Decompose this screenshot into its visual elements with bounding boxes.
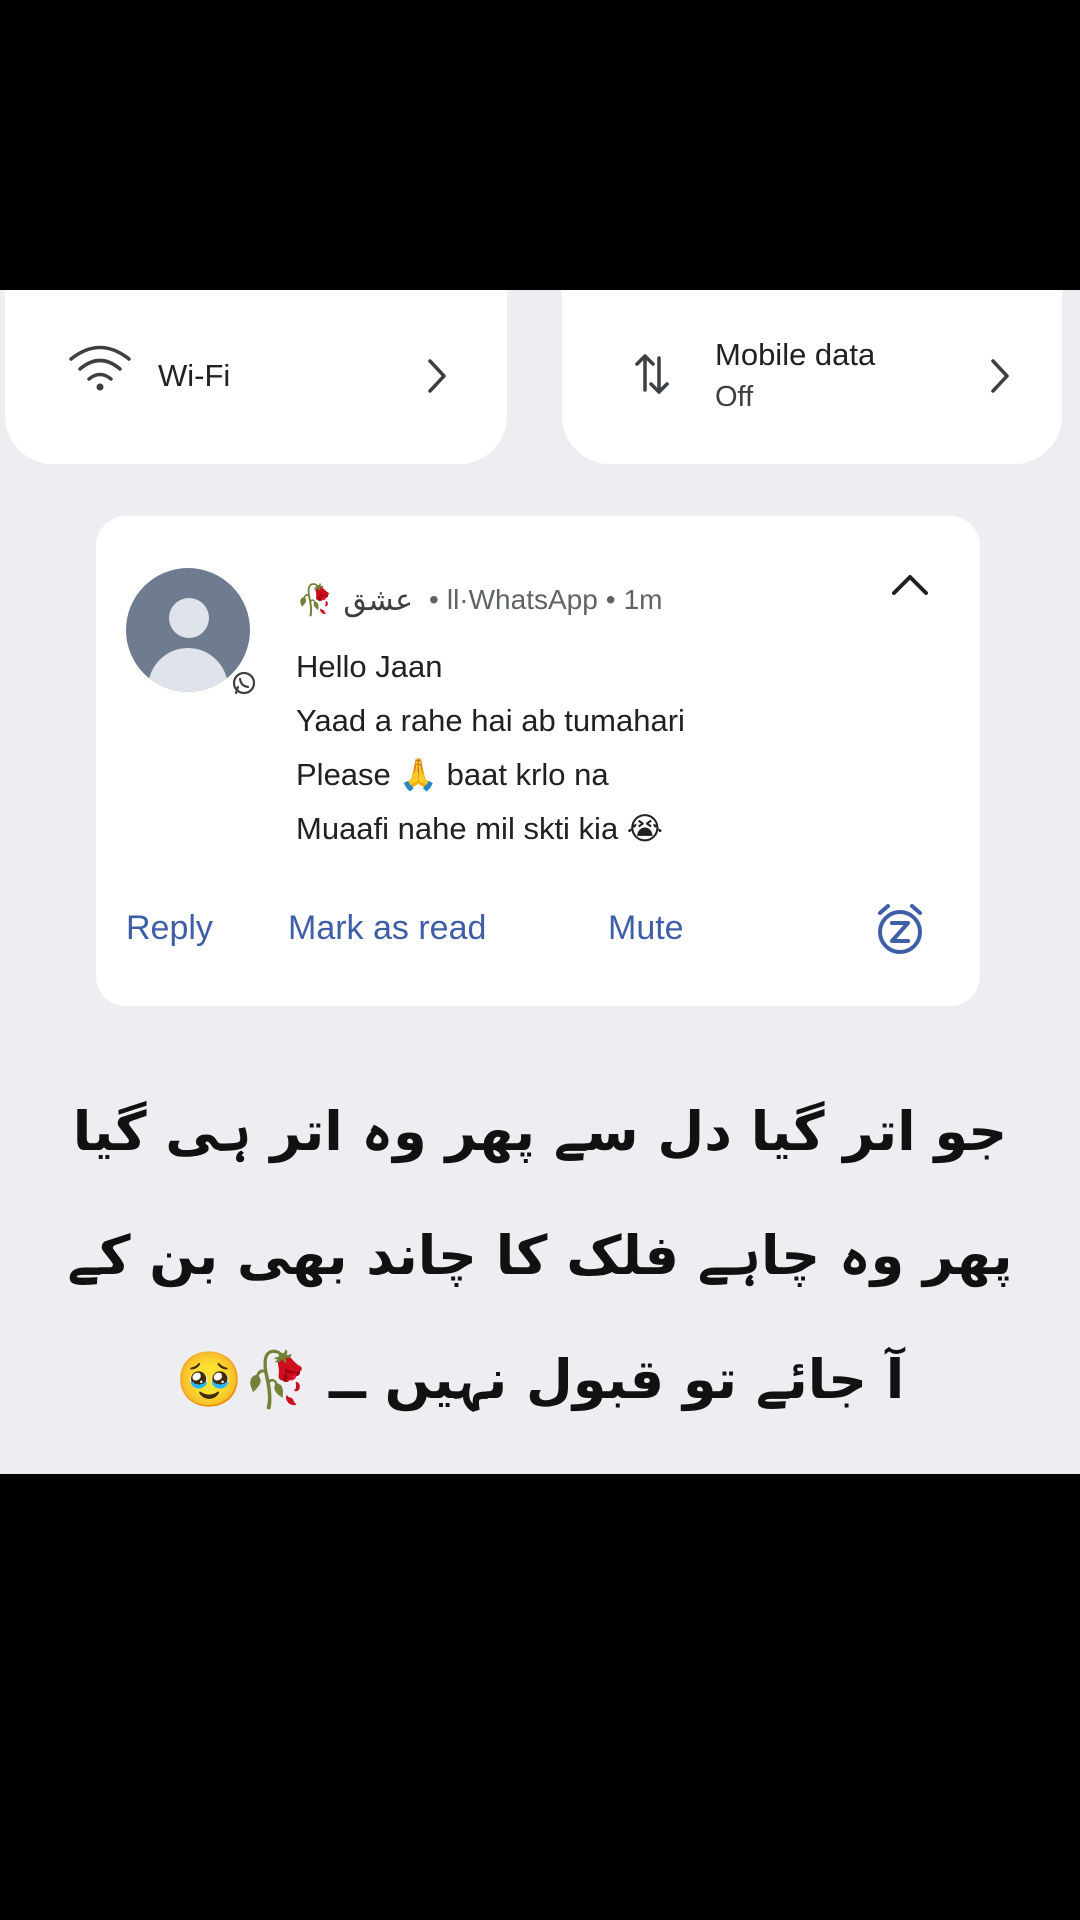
- wifi-tile[interactable]: Wi-Fi: [5, 290, 507, 464]
- mobile-data-label: Mobile data: [715, 337, 876, 372]
- message-body: Hello Jaan Yaad a rahe hai ab tumahari P…: [296, 640, 685, 856]
- sender-name: عشق: [343, 582, 414, 618]
- mobile-data-icon: [634, 350, 670, 403]
- wifi-icon: [67, 342, 133, 397]
- wilted-rose-emoji: 🥀: [296, 583, 334, 617]
- poetry-line: آ جائے تو قبول نہیں ــ 🥀🥹: [175, 1348, 905, 1411]
- message-line: Muaafi nahe mil skti kia 😭: [296, 811, 664, 846]
- mute-button[interactable]: Mute: [608, 909, 684, 948]
- message-line: Hello Jaan: [296, 649, 443, 684]
- notification-actions: Reply Mark as read Mute: [126, 901, 966, 961]
- top-letterbox: [0, 0, 1080, 290]
- wifi-label: Wi-Fi: [158, 358, 231, 393]
- chevron-up-icon[interactable]: [890, 572, 930, 603]
- whatsapp-notification[interactable]: 🥀 عشق • ll·WhatsApp • 1m Hello Jaan Yaad…: [96, 516, 980, 1006]
- chevron-right-icon[interactable]: [425, 356, 449, 401]
- notification-shade: Wi-Fi Mobile data Off 🥀 عشق • ll·WhatsAp…: [0, 290, 1080, 1474]
- urdu-poetry: جو اتر گیا دل سے پھر وہ اتر ہی گیا پھر و…: [0, 1070, 1080, 1442]
- reply-button[interactable]: Reply: [126, 909, 213, 948]
- mark-as-read-button[interactable]: Mark as read: [288, 909, 486, 948]
- mobile-data-status: Off: [715, 381, 754, 413]
- bottom-letterbox: [0, 1474, 1080, 1920]
- message-line: Please 🙏 baat krlo na: [296, 757, 609, 792]
- notification-header: 🥀 عشق • ll·WhatsApp • 1m: [296, 578, 663, 622]
- poetry-line: جو اتر گیا دل سے پھر وہ اتر ہی گیا: [72, 1100, 1008, 1163]
- message-line: Yaad a rahe hai ab tumahari: [296, 703, 685, 738]
- separator-dot: •: [605, 584, 616, 615]
- snooze-icon[interactable]: [874, 901, 926, 962]
- mobile-data-tile[interactable]: Mobile data Off: [562, 290, 1062, 464]
- separator-dot: •: [429, 584, 439, 615]
- whatsapp-icon: [229, 668, 259, 698]
- poetry-line: پھر وہ چاہے فلک کا چاند بھی بن کے: [67, 1224, 1013, 1287]
- app-name: ll·WhatsApp: [446, 584, 598, 615]
- chevron-right-icon[interactable]: [988, 356, 1012, 401]
- notification-time: 1m: [623, 584, 663, 615]
